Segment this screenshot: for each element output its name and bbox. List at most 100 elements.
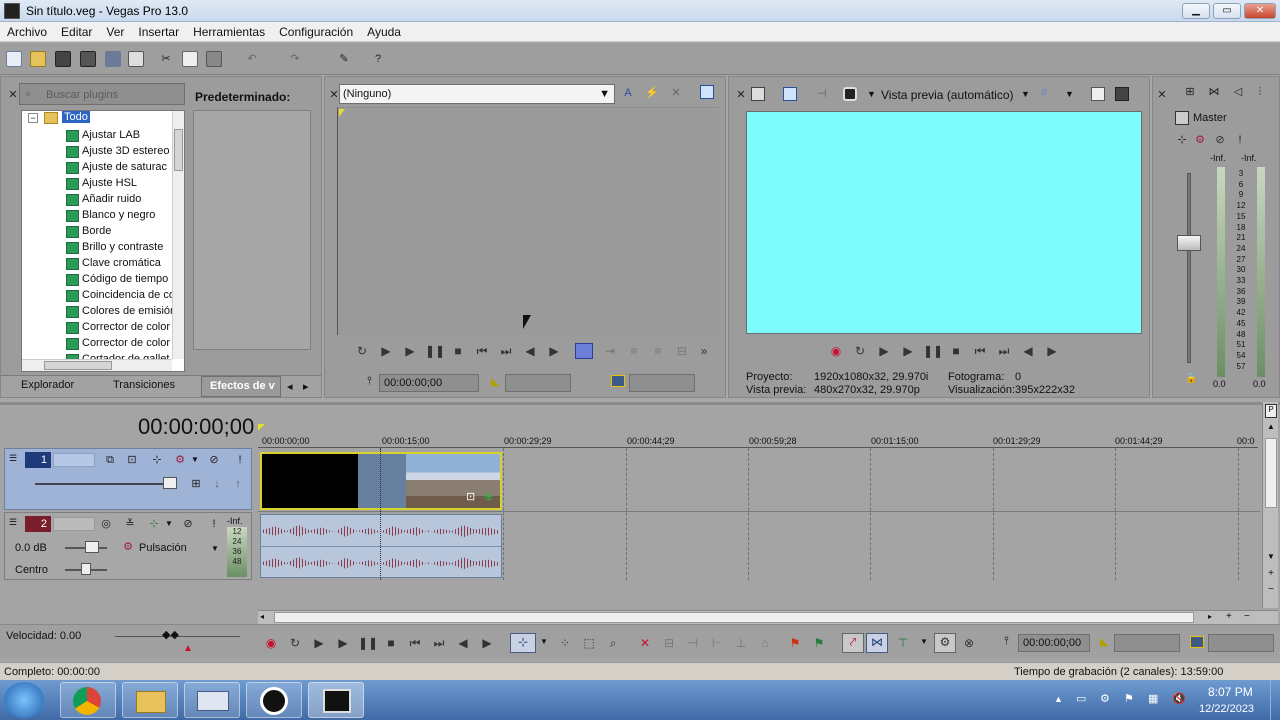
play-from-start-icon[interactable]: ▶ <box>875 343 893 359</box>
play-icon[interactable]: ▶ <box>334 635 352 651</box>
new-file-icon[interactable] <box>6 51 22 67</box>
list-item[interactable]: Ajuste 3D estereo <box>64 143 174 159</box>
scroll-right-icon[interactable]: ▸ <box>1208 612 1218 623</box>
loop-icon[interactable]: ↻ <box>353 343 371 359</box>
scroll-thumb[interactable] <box>1265 438 1277 508</box>
list-item[interactable]: Clave cromática <box>64 255 174 271</box>
clip-fx-icon[interactable]: ⊕ <box>484 490 493 503</box>
solo-icon[interactable]: ! <box>233 453 247 467</box>
maximize-button[interactable]: ▭ <box>1213 3 1241 19</box>
tree-vertical-scrollbar[interactable] <box>172 111 184 359</box>
solo-icon[interactable]: ! <box>207 517 221 531</box>
speaker-icon[interactable]: ◁ <box>1231 85 1245 99</box>
enable-snapping-icon[interactable]: ✎ <box>336 51 352 67</box>
taskbar-app-keyboard[interactable] <box>184 682 240 718</box>
volume-muted-icon[interactable]: 🔇 <box>1172 692 1186 705</box>
menu-configuracion[interactable]: Configuración <box>272 22 360 39</box>
save-snapshot-icon[interactable] <box>1115 87 1129 101</box>
zoom-tool-icon[interactable]: ⌕ <box>604 635 622 651</box>
list-item[interactable]: Corrector de color <box>64 335 174 351</box>
bypass-motion-blur-icon[interactable]: ⊞ <box>189 477 203 491</box>
stop-icon[interactable]: ■ <box>947 343 965 359</box>
list-item[interactable]: Ajustar LAB <box>64 127 174 143</box>
close-button[interactable]: ✕ <box>1244 3 1276 19</box>
start-button[interactable] <box>4 682 44 718</box>
pause-icon[interactable]: ❚❚ <box>358 635 378 651</box>
flag-icon[interactable]: ⚑ <box>1124 692 1134 705</box>
list-item[interactable]: Colores de emisión <box>64 303 174 319</box>
mixer-properties-icon[interactable]: ⊞ <box>1183 85 1197 99</box>
add-after-icon[interactable]: ≡ <box>649 343 667 359</box>
text-icon[interactable]: A <box>621 86 635 100</box>
zoom-in-icon[interactable]: + <box>1226 611 1236 622</box>
render-icon[interactable] <box>105 51 121 67</box>
trimmer-timecode-field[interactable]: 00:00:00;00 <box>379 374 479 392</box>
insert-region-icon[interactable]: ⚑ <box>810 635 828 651</box>
taskbar-chrome[interactable] <box>60 682 116 718</box>
chevron-down-icon[interactable]: ▼ <box>191 455 199 464</box>
monitor-icon[interactable] <box>700 85 714 99</box>
arrow-down-icon[interactable]: ↓ <box>210 477 224 491</box>
next-frame-icon[interactable]: ▶ <box>478 635 496 651</box>
audio-clip[interactable] <box>260 514 502 578</box>
minimize-button[interactable]: ▁ <box>1182 3 1210 19</box>
show-hidden-icons[interactable]: ▲ <box>1054 694 1063 704</box>
previous-frame-icon[interactable]: ◀ <box>454 635 472 651</box>
tree-root-todo[interactable]: Todo <box>62 111 90 123</box>
overlays-grid-icon[interactable]: # <box>1041 87 1047 99</box>
scroll-thumb[interactable] <box>274 612 1194 623</box>
project-properties-icon[interactable] <box>751 87 765 101</box>
menu-ayuda[interactable]: Ayuda <box>360 22 408 39</box>
compositing-mode-icon[interactable]: ⧉ <box>103 453 117 467</box>
audio-track-header[interactable]: ☰ 2 ◎ ≚ ⊹ ▼ ⊘ ! -Inf. 12 24 36 48 0.0 dB… <box>4 512 252 580</box>
properties-icon[interactable] <box>128 51 144 67</box>
chevron-down-icon[interactable]: ▼ <box>867 89 876 99</box>
track-lanes[interactable]: ⊡ ⊕ <box>258 448 1260 580</box>
trimmer-viewport[interactable] <box>337 107 719 335</box>
tab-transiciones[interactable]: Transiciones <box>113 379 175 391</box>
play-from-start-icon[interactable]: ▶ <box>377 343 395 359</box>
save-icon[interactable] <box>55 51 71 67</box>
in-point-field[interactable] <box>505 374 571 392</box>
splitter[interactable] <box>0 402 1280 405</box>
length-field[interactable] <box>629 374 695 392</box>
pan-crop-icon[interactable]: ⊡ <box>466 490 475 503</box>
tab-scroll-left-icon[interactable]: ◂ <box>287 380 293 393</box>
go-to-start-icon[interactable]: ⏮ <box>406 635 424 651</box>
mute-icon[interactable]: ⊘ <box>1213 133 1227 147</box>
cursor-timecode-field[interactable]: 00:00:00;00 <box>1018 634 1090 652</box>
list-item[interactable]: Coincidencia de co <box>64 287 174 303</box>
tab-efectos-video[interactable]: Efectos de v <box>201 376 281 397</box>
selection-toggle-icon[interactable] <box>575 343 593 359</box>
automation-icon[interactable]: ⊹ <box>1175 133 1189 147</box>
track-fx-icon[interactable]: ⚙ <box>121 540 135 554</box>
undo-icon[interactable]: ↶ <box>244 51 260 67</box>
trim-icon[interactable]: ⊟ <box>660 635 678 651</box>
list-item[interactable]: Blanco y negro <box>64 207 174 223</box>
menu-ver[interactable]: Ver <box>99 22 131 39</box>
list-item[interactable]: Ajuste HSL <box>64 175 174 191</box>
fx-gear-icon[interactable]: ⚙ <box>1193 133 1207 147</box>
mixer-menu-icon[interactable]: ⫶ <box>1253 85 1267 99</box>
selection-start-field[interactable] <box>1114 634 1180 652</box>
preview-mode[interactable]: Vista previa (automático) <box>881 88 1014 102</box>
pan-slider-thumb[interactable] <box>81 563 91 575</box>
add-before-icon[interactable]: ≡ <box>625 343 643 359</box>
stop-icon[interactable]: ■ <box>449 343 467 359</box>
trim-end-icon[interactable]: ⊢ <box>708 635 726 651</box>
pause-icon[interactable]: ❚❚ <box>425 343 445 359</box>
add-to-timeline-icon[interactable]: ⇥ <box>601 343 619 359</box>
menu-editar[interactable]: Editar <box>54 22 99 39</box>
plugin-search-field[interactable]: ⌕ Buscar plugins <box>19 83 185 105</box>
lock-envelopes-icon[interactable]: ⚙ <box>934 633 956 653</box>
delete-icon[interactable]: ✕ <box>669 86 683 100</box>
split-icon[interactable]: ⊥ <box>732 635 750 651</box>
open-folder-icon[interactable] <box>30 51 46 67</box>
track-fx-icon[interactable]: ⚙ <box>173 453 187 467</box>
chevron-down-icon[interactable]: ▼ <box>211 544 219 553</box>
preview-screen[interactable] <box>746 111 1142 334</box>
taskbar-vegas[interactable] <box>308 682 364 718</box>
chevron-down-icon[interactable]: ▼ <box>1065 89 1074 99</box>
timeline-vertical-scrollbar[interactable]: P ▲ ▼ + − <box>1262 402 1278 608</box>
timeline-horizontal-scrollbar[interactable]: ◂ ▸ + − <box>258 610 1278 624</box>
